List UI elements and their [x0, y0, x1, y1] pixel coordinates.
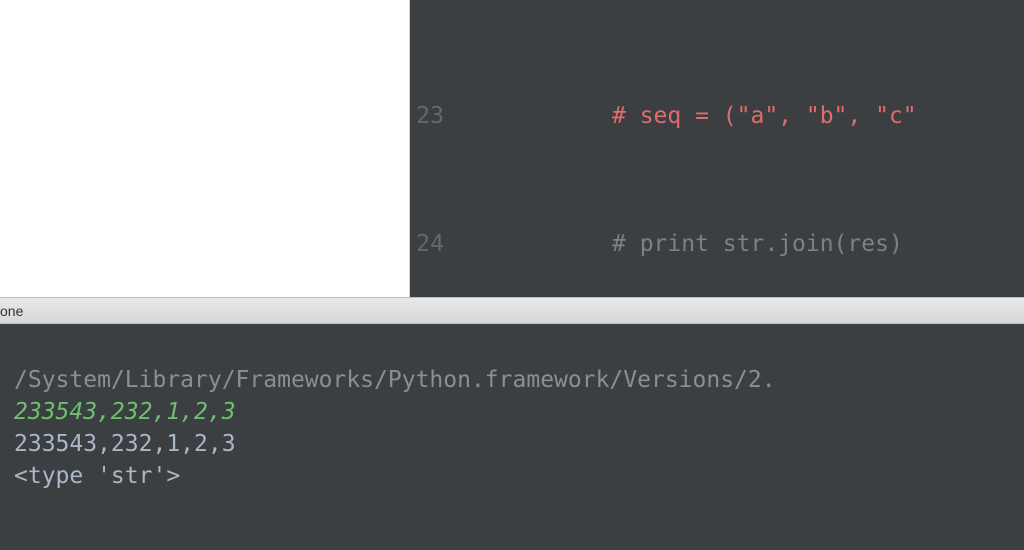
console-path: /System/Library/Frameworks/Python.framew…: [14, 367, 776, 393]
code-line[interactable]: 24 # print str.join(res): [410, 228, 1024, 260]
console-stdin[interactable]: 233543,232,1,2,3: [14, 399, 236, 425]
code-editor[interactable]: 23 # seq = ("a", "b", "c" 24 # print str…: [410, 0, 1024, 297]
console-stdout: 233543,232,1,2,3: [14, 431, 236, 457]
code-comment: # seq = ("a", "b", "c": [612, 103, 917, 129]
code-line[interactable]: 23 # seq = ("a", "b", "c": [410, 100, 1024, 132]
project-panel[interactable]: [0, 0, 410, 297]
run-console[interactable]: /System/Library/Frameworks/Python.framew…: [0, 324, 1024, 550]
line-number: 23: [410, 100, 472, 132]
line-number: 24: [410, 228, 472, 260]
code-comment: # print str.join(res): [612, 231, 903, 257]
console-stdout: <type 'str'>: [14, 463, 180, 489]
run-tab-label[interactable]: one: [0, 303, 23, 319]
